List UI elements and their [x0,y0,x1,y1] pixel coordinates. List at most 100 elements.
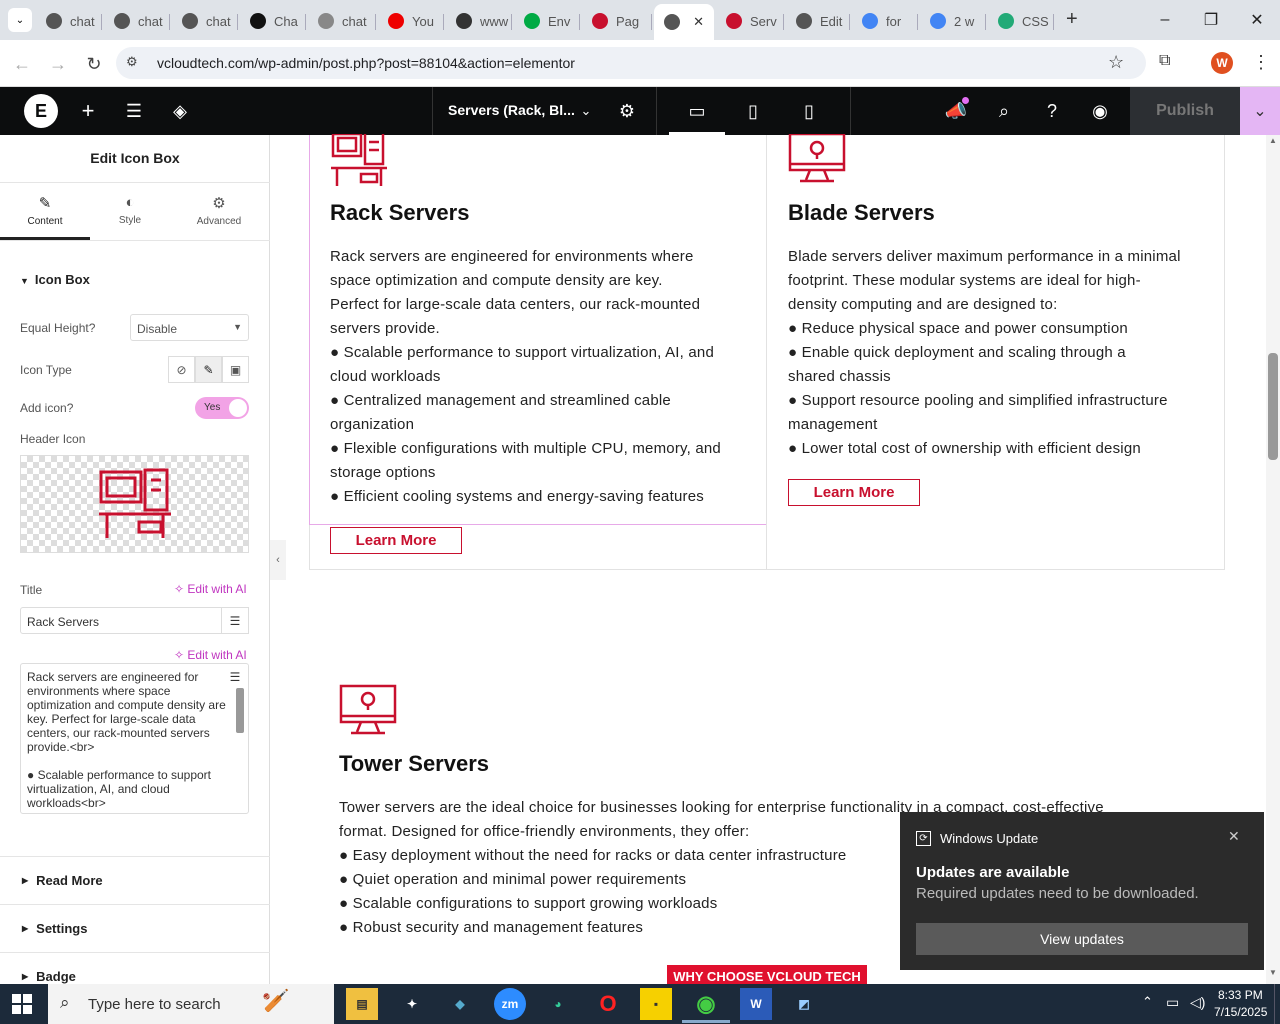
browser-menu-icon[interactable]: ⋮ [1252,52,1270,73]
tower-title[interactable]: Tower Servers [339,751,489,777]
taskbar-time[interactable]: 8:33 PM [1218,988,1263,1002]
tray-chevron-up-icon[interactable]: ⌃ [1142,994,1153,1010]
blade-description[interactable]: Blade servers deliver maximum performanc… [788,245,1218,461]
title-input[interactable]: Rack Servers [20,607,222,634]
browser-tab[interactable]: ✕ [654,4,714,40]
windows-update-toast[interactable]: ⟳ Windows Update ✕ Updates are available… [900,812,1264,970]
page-title[interactable]: Servers (Rack, Bl... [448,102,575,118]
page-settings-gear-icon[interactable]: ⚙ [616,87,638,135]
title-dynamic-tags-icon[interactable]: ☰ [221,607,249,634]
scroll-up-icon[interactable]: ▲ [1266,136,1280,145]
chevron-down-icon[interactable]: ⌄ [576,87,596,135]
help-icon[interactable]: ? [1040,87,1064,135]
add-element-icon[interactable]: + [76,87,100,135]
rack-title[interactable]: Rack Servers [330,200,469,226]
reload-icon[interactable]: ↻ [82,52,106,76]
app-icon-10[interactable]: ◩ [788,988,820,1020]
icon-type-none-button[interactable]: ⊘ [168,356,195,383]
word-icon[interactable]: W [740,988,772,1020]
title-edit-ai-link[interactable]: ✧ Edit with AI [174,582,247,596]
browser-tab[interactable]: You [378,6,444,36]
icon-type-image-button[interactable]: ▣ [222,356,249,383]
extensions-icon[interactable]: ⧉ [1159,52,1170,70]
panel-divider [0,182,270,183]
browser-tab[interactable]: www [446,6,512,36]
tab-content[interactable]: ✎ Content [0,190,90,240]
desc-edit-ai-link[interactable]: ✧ Edit with AI [174,648,247,662]
close-window-icon[interactable]: ✕ [1234,0,1280,40]
zoom-icon[interactable]: zm [494,988,526,1020]
view-updates-button[interactable]: View updates [916,923,1248,955]
browser-tab[interactable]: Env [514,6,580,36]
collapse-panel-handle[interactable]: ‹ [270,540,286,580]
forward-icon[interactable]: → [46,52,70,76]
restore-icon[interactable]: ❐ [1188,0,1234,40]
equal-height-select[interactable]: Disable ▼ [130,314,249,341]
chrome-icon[interactable]: ◉ [690,988,722,1020]
back-icon[interactable]: ← [10,52,34,76]
browser-tab[interactable]: CSS [988,6,1054,36]
browser-tab[interactable]: chat [104,6,170,36]
blade-learn-more-button[interactable]: Learn More [788,479,920,506]
tab-style[interactable]: ◐ Style [90,190,170,240]
rack-description[interactable]: Rack servers are engineered for environm… [330,245,760,509]
toast-close-icon[interactable]: ✕ [1228,828,1240,845]
bookmark-star-icon[interactable]: ☆ [1108,52,1124,73]
browser-tab[interactable]: Edit [786,6,850,36]
show-desktop-strip[interactable] [1274,984,1280,1024]
profile-avatar[interactable]: W [1211,52,1233,74]
network-icon[interactable]: ▭ [1166,994,1179,1011]
browser-tab[interactable]: Cha [240,6,306,36]
elementor-logo-icon[interactable]: E [24,94,58,128]
browser-tab[interactable]: Serv [716,6,784,36]
rack-learn-more-button[interactable]: Learn More [330,527,462,554]
blade-title[interactable]: Blade Servers [788,200,935,226]
app-icon-3[interactable]: ◆ [444,988,476,1020]
notifications-megaphone-icon[interactable]: 📣 [944,87,968,135]
browser-tab[interactable]: chat [308,6,376,36]
section-read-more[interactable]: ▶ Read More [0,856,270,904]
preview-eye-icon[interactable]: ◉ [1088,87,1112,135]
app-icon-2[interactable]: ✦ [396,988,428,1020]
taskbar-date[interactable]: 7/15/2025 [1214,1005,1267,1019]
minimize-icon[interactable]: – [1142,0,1188,40]
sticky-notes-icon[interactable]: ▪ [640,988,672,1020]
add-icon-toggle[interactable]: Yes [195,397,249,419]
volume-icon[interactable]: ◁) [1190,994,1205,1011]
new-tab-icon[interactable]: + [1066,8,1078,31]
header-icon-preview[interactable] [20,455,249,553]
edge-icon[interactable]: ◕ [542,988,574,1020]
site-settings-icon[interactable]: ☰ [122,87,146,135]
desktop-view-icon[interactable]: ▭ [684,87,710,135]
tab-close-icon[interactable]: ✕ [693,14,704,30]
section-icon-box-header[interactable]: ▼ Icon Box [20,272,90,287]
url-text[interactable]: vcloudtech.com/wp-admin/post.php?post=88… [157,55,575,71]
section-settings[interactable]: ▶ Settings [0,904,270,952]
desc-dynamic-tags-icon[interactable]: ☰ [222,665,248,689]
section-badge-label: Badge [36,969,76,984]
taskbar-search-box[interactable]: ⌕ Type here to search 🏏 [48,984,334,1024]
tablet-view-icon[interactable]: ▯ [742,87,764,135]
tab-advanced[interactable]: ⚙ Advanced [178,190,260,240]
browser-tab[interactable]: chat [36,6,102,36]
browser-tab[interactable]: Pag [582,6,652,36]
publish-button[interactable]: Publish [1130,87,1240,135]
page-scrollbar-thumb[interactable] [1268,353,1278,460]
opera-icon[interactable]: O [592,988,624,1020]
site-info-icon[interactable]: ⚙ [126,54,138,70]
windows-start-icon[interactable] [12,994,32,1014]
scroll-down-icon[interactable]: ▼ [1266,968,1280,977]
browser-tab[interactable]: for [852,6,918,36]
file-explorer-icon[interactable]: ▤ [346,988,378,1020]
browser-tab[interactable]: 2 w [920,6,986,36]
icon-type-icon-button[interactable]: ✎ [195,356,222,383]
tab-search-button[interactable]: ⌄ [8,8,32,32]
why-choose-banner[interactable]: WHY CHOOSE VCLOUD TECH [667,965,867,984]
publish-options-chevron-icon[interactable]: ⌄ [1240,87,1280,135]
mobile-view-icon[interactable]: ▯ [798,87,820,135]
finder-search-icon[interactable]: ⌕ [992,87,1016,135]
textarea-scrollbar[interactable] [236,688,244,733]
browser-tab[interactable]: chat [172,6,238,36]
description-textarea[interactable]: Rack servers are engineered for environm… [20,663,249,814]
structure-layers-icon[interactable]: ◈ [168,87,192,135]
